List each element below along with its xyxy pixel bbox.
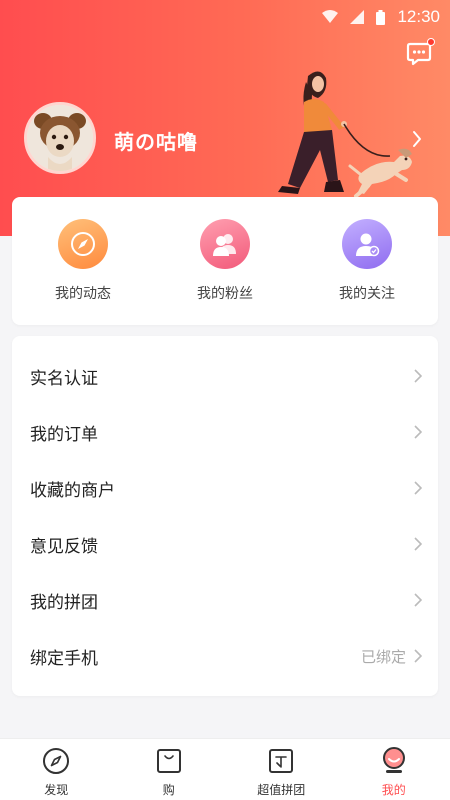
tab-discover[interactable]: 发现: [0, 739, 113, 800]
tab-me[interactable]: 我的: [338, 739, 450, 800]
quick-action-my-posts[interactable]: 我的动态: [12, 197, 154, 325]
quick-action-label: 我的粉丝: [197, 286, 253, 302]
chevron-right-icon: [414, 537, 422, 551]
fans-icon: [200, 219, 250, 269]
status-time: 12:30: [397, 7, 440, 26]
menu-item-value: 已绑定: [360, 647, 406, 666]
menu-item-feedback[interactable]: 意见反馈: [12, 516, 438, 572]
notification-dot: [427, 38, 435, 46]
bottom-tab-bar: 发现 购 超值拼团 我的: [0, 738, 450, 800]
compass-icon: [43, 748, 70, 774]
chevron-right-icon: [414, 425, 422, 439]
status-bar: 12:30: [0, 0, 450, 34]
menu-item-label: 我的拼团: [30, 592, 98, 613]
menu-item-label: 实名认证: [30, 368, 98, 389]
dog-avatar-icon: [27, 105, 93, 171]
menu-item-label: 我的订单: [30, 424, 98, 445]
quick-action-label: 我的关注: [339, 286, 395, 302]
tab-shop[interactable]: 购: [113, 739, 226, 800]
profile-chevron-right-icon[interactable]: [412, 130, 422, 152]
walking-dog-illustration: [278, 71, 412, 198]
bag-icon: [156, 749, 181, 773]
chevron-right-icon: [414, 369, 422, 383]
menu-item-bind-phone[interactable]: 绑定手机 已绑定: [12, 628, 438, 684]
tab-label: 发现: [44, 783, 69, 797]
menu-item-real-name-verification[interactable]: 实名认证: [12, 348, 438, 404]
tab-label: 我的: [381, 783, 406, 797]
menu-item-my-group-buys[interactable]: 我的拼团: [12, 572, 438, 628]
menu-item-my-orders[interactable]: 我的订单: [12, 404, 438, 460]
settings-menu-card: 实名认证 我的订单 收藏的商户 意见反馈 我的拼团 绑定手机 已绑定: [12, 336, 438, 696]
quick-action-my-fans[interactable]: 我的粉丝: [154, 197, 296, 325]
tab-label: 超值拼团: [257, 783, 306, 797]
menu-item-favorite-merchants[interactable]: 收藏的商户: [12, 460, 438, 516]
compass-icon: [58, 219, 108, 269]
group-buy-icon: [269, 749, 294, 773]
menu-item-label: 绑定手机: [30, 648, 98, 669]
chevron-right-icon: [414, 593, 422, 607]
menu-item-label: 收藏的商户: [30, 480, 115, 501]
chevron-right-icon: [414, 649, 422, 663]
profile-icon: [382, 747, 405, 773]
quick-action-label: 我的动态: [55, 286, 111, 302]
menu-item-label: 意见反馈: [30, 536, 98, 557]
quick-actions-card: 我的动态 我的粉丝 我的关注: [12, 197, 438, 325]
username[interactable]: 萌の咕噜: [114, 126, 198, 155]
chevron-right-icon: [414, 481, 422, 495]
wifi-icon: [322, 10, 339, 24]
follow-icon: [342, 219, 392, 269]
avatar[interactable]: [24, 102, 96, 174]
signal-icon: [350, 10, 365, 24]
tab-group-buy[interactable]: 超值拼团: [225, 739, 338, 800]
battery-icon: [376, 9, 386, 25]
quick-action-my-follows[interactable]: 我的关注: [296, 197, 438, 325]
tab-label: 购: [162, 783, 175, 797]
